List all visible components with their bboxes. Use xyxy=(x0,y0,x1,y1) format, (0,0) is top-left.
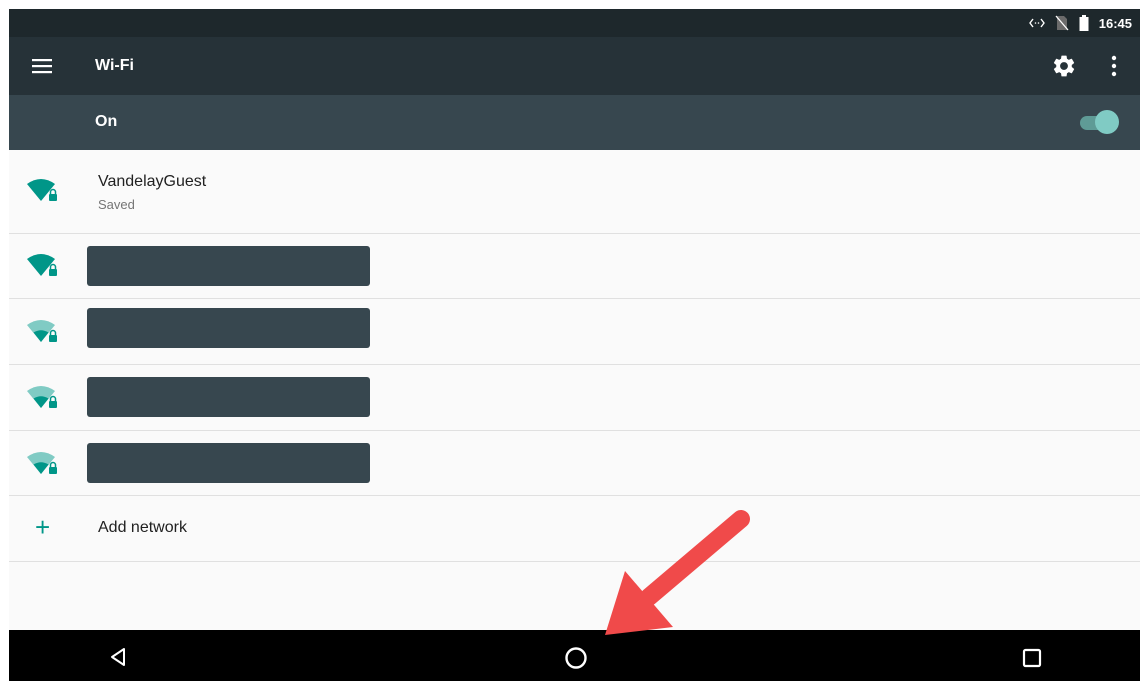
back-icon[interactable] xyxy=(107,646,129,668)
status-time: 16:45 xyxy=(1098,15,1132,31)
page-title: Wi-Fi xyxy=(95,57,134,74)
network-status: Saved xyxy=(98,197,135,212)
network-item[interactable]: VandelayGuest Saved xyxy=(9,150,1140,234)
gear-icon[interactable] xyxy=(1051,53,1077,79)
add-network-item[interactable]: + Add network xyxy=(9,496,1140,562)
android-screen: 16:45 Wi-Fi On VandelayGuest Saved + Add… xyxy=(9,9,1140,681)
status-bar: 16:45 xyxy=(9,9,1140,37)
plus-icon: + xyxy=(35,512,51,542)
wifi-switch-bar[interactable]: On xyxy=(9,95,1140,150)
switch-label: On xyxy=(95,113,118,130)
network-item[interactable] xyxy=(9,365,1140,431)
toggle-thumb xyxy=(1095,110,1119,134)
network-name: VandelayGuest xyxy=(98,173,207,190)
more-vert-icon[interactable] xyxy=(1105,54,1123,78)
network-list: VandelayGuest Saved + Add network xyxy=(9,150,1140,562)
redacted-network-name xyxy=(87,443,370,483)
recents-icon[interactable] xyxy=(1022,648,1042,668)
wifi-signal-weak-lock-icon xyxy=(25,383,61,413)
wifi-signal-full-lock-icon xyxy=(25,251,61,281)
menu-icon[interactable] xyxy=(31,56,53,76)
redacted-network-name xyxy=(87,308,370,348)
data-transfer-icon xyxy=(1028,18,1045,28)
redacted-network-name xyxy=(87,246,370,286)
network-item[interactable] xyxy=(9,299,1140,365)
wifi-signal-weak-lock-icon xyxy=(25,449,61,479)
battery-icon xyxy=(1079,15,1089,31)
redacted-network-name xyxy=(87,377,370,417)
wifi-toggle[interactable] xyxy=(1080,109,1120,135)
network-item[interactable] xyxy=(9,431,1140,496)
wifi-signal-weak-lock-icon xyxy=(25,317,61,347)
wifi-signal-full-lock-icon xyxy=(25,176,61,206)
toolbar: Wi-Fi xyxy=(9,37,1140,95)
network-item[interactable] xyxy=(9,234,1140,299)
home-icon[interactable] xyxy=(564,646,588,670)
navigation-bar xyxy=(9,630,1140,681)
add-network-label: Add network xyxy=(98,519,187,536)
no-sim-icon xyxy=(1055,15,1069,31)
